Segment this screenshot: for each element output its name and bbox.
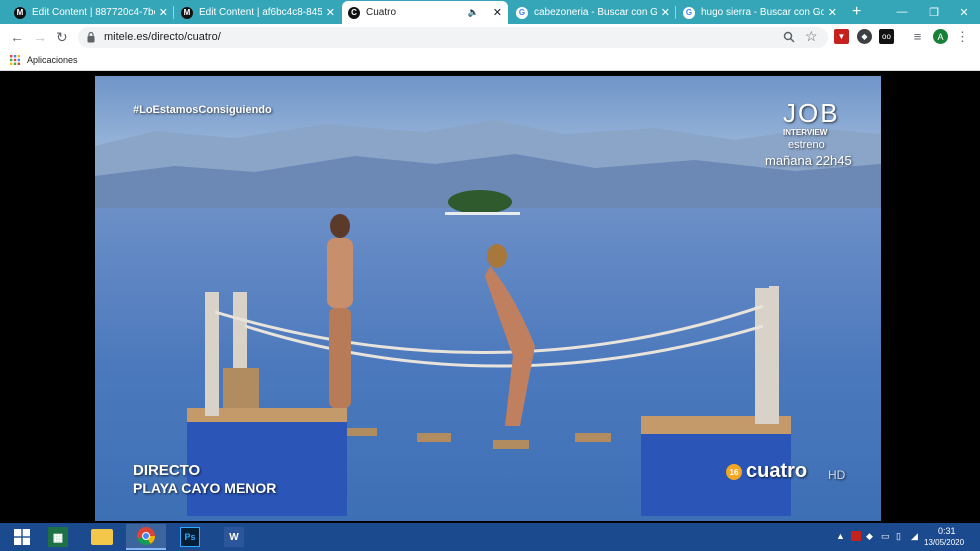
taskbar-photoshop[interactable]: Ps	[170, 524, 210, 550]
forward-arrow-icon[interactable]: →	[33, 29, 47, 45]
tab-edit-content-2[interactable]: M Edit Content | af6bc4c8-8451-4 ✕	[175, 1, 341, 24]
oo-extension-icon[interactable]: oo	[879, 29, 894, 44]
taskbar-chrome[interactable]	[126, 524, 166, 550]
windows-logo-icon	[14, 529, 30, 545]
shield-extension-icon[interactable]: ◆	[857, 29, 872, 44]
speaker-icon[interactable]: 🔈	[468, 7, 479, 18]
address-bar[interactable]: mitele.es/directo/cuatro/ ☆	[78, 27, 828, 48]
tab-cuatro[interactable]: C Cuatro 🔈 ✕	[342, 1, 508, 24]
clock-date[interactable]: 13/05/2020	[924, 538, 964, 547]
tab-title: Edit Content | 887720c4-7be6-4	[32, 7, 155, 18]
tab-bar: M Edit Content | 887720c4-7be6-4 ✕ M Edi…	[0, 0, 980, 24]
folder-icon	[91, 529, 113, 545]
medium-icon: M	[14, 6, 26, 19]
close-icon[interactable]: ✕	[661, 6, 670, 19]
bookmark-star-icon[interactable]: ☆	[805, 28, 818, 45]
dropbox-icon[interactable]: ◆	[866, 531, 873, 542]
taskbar-file-explorer[interactable]	[82, 524, 122, 550]
clock-time[interactable]: 0:31	[938, 526, 956, 536]
profile-avatar[interactable]: A	[933, 29, 948, 44]
tab-google-hugo-sierra[interactable]: G hugo sierra - Buscar con Google ✕	[677, 1, 843, 24]
volume-icon[interactable]: ◢	[911, 531, 918, 542]
channel-hd-badge: HD	[828, 468, 846, 482]
reload-icon[interactable]: ↻	[56, 29, 68, 46]
medium-icon: M	[181, 6, 193, 19]
minimize-button[interactable]: —	[886, 0, 918, 24]
google-icon: G	[516, 6, 528, 19]
search-icon[interactable]	[783, 31, 795, 43]
promo-subtitle: INTERVIEW	[783, 128, 828, 137]
taskbar-excel[interactable]: ▦	[38, 524, 78, 550]
close-icon[interactable]: ✕	[493, 6, 502, 19]
location-label: PLAYA CAYO MENOR	[133, 480, 277, 496]
video-player[interactable]: #LoEstamosConsiguiendo JOB INTERVIEW est…	[0, 72, 980, 523]
tab-title: Cuatro	[366, 7, 397, 18]
google-icon: G	[683, 6, 695, 19]
live-label: DIRECTO	[133, 462, 201, 479]
tab-separator	[675, 6, 676, 19]
pocket-icon[interactable]: ▼	[834, 29, 849, 44]
apps-bookmark-label[interactable]: Aplicaciones	[27, 55, 78, 65]
photoshop-icon: Ps	[180, 527, 200, 547]
lock-icon	[87, 31, 95, 43]
promo-line-1: estreno	[788, 139, 825, 151]
windows-taskbar: ▦ Ps W ▲ ◆ ▭ ▯ ◢ 0:31 13/05/2020	[0, 523, 980, 551]
beach-scene-image	[95, 76, 881, 521]
tab-title: Edit Content | af6bc4c8-8451-4	[199, 7, 322, 18]
start-button[interactable]	[2, 524, 42, 550]
close-icon[interactable]: ✕	[828, 6, 837, 19]
word-icon: W	[224, 527, 244, 547]
tab-title: hugo sierra - Buscar con Google	[701, 7, 824, 18]
age-rating-badge: 16	[726, 464, 742, 480]
promo-line-2: mañana 22h45	[765, 153, 852, 168]
close-icon[interactable]: ✕	[326, 6, 335, 19]
battery-icon[interactable]: ▯	[896, 531, 901, 542]
close-window-button[interactable]: ✕	[948, 0, 980, 24]
url-text: mitele.es/directo/cuatro/	[104, 31, 221, 43]
tray-app-icon[interactable]	[851, 531, 861, 541]
playlist-icon[interactable]: ≡	[910, 29, 925, 44]
tray-chevron-icon[interactable]: ▲	[836, 531, 845, 541]
tab-title: cabezoneria - Buscar con Googl	[534, 7, 657, 18]
bookmarks-bar: Aplicaciones	[0, 51, 980, 71]
channel-logo: cuatro	[746, 460, 808, 482]
promo-title: JOB	[783, 98, 840, 128]
cuatro-favicon-icon: C	[348, 6, 360, 19]
hashtag-overlay: #LoEstamosConsiguiendo	[133, 104, 272, 116]
apps-grid-icon[interactable]	[10, 55, 20, 65]
video-frame[interactable]: #LoEstamosConsiguiendo JOB INTERVIEW est…	[95, 76, 881, 521]
network-icon[interactable]: ▭	[881, 531, 890, 542]
chrome-icon	[137, 527, 155, 546]
excel-icon: ▦	[48, 527, 68, 547]
tab-edit-content-1[interactable]: M Edit Content | 887720c4-7be6-4 ✕	[8, 1, 174, 24]
tab-separator	[173, 6, 174, 19]
new-tab-button[interactable]: +	[852, 3, 861, 21]
taskbar-word[interactable]: W	[214, 524, 254, 550]
back-arrow-icon[interactable]: ←	[10, 29, 24, 45]
menu-kebab-icon[interactable]: ⋮	[955, 29, 970, 44]
tab-google-cabezoneria[interactable]: G cabezoneria - Buscar con Googl ✕	[510, 1, 676, 24]
restore-button[interactable]: ❐	[918, 0, 950, 24]
browser-toolbar: ← → ↻ mitele.es/directo/cuatro/ ☆ ▼ ◆ oo…	[0, 24, 980, 51]
close-icon[interactable]: ✕	[159, 6, 168, 19]
